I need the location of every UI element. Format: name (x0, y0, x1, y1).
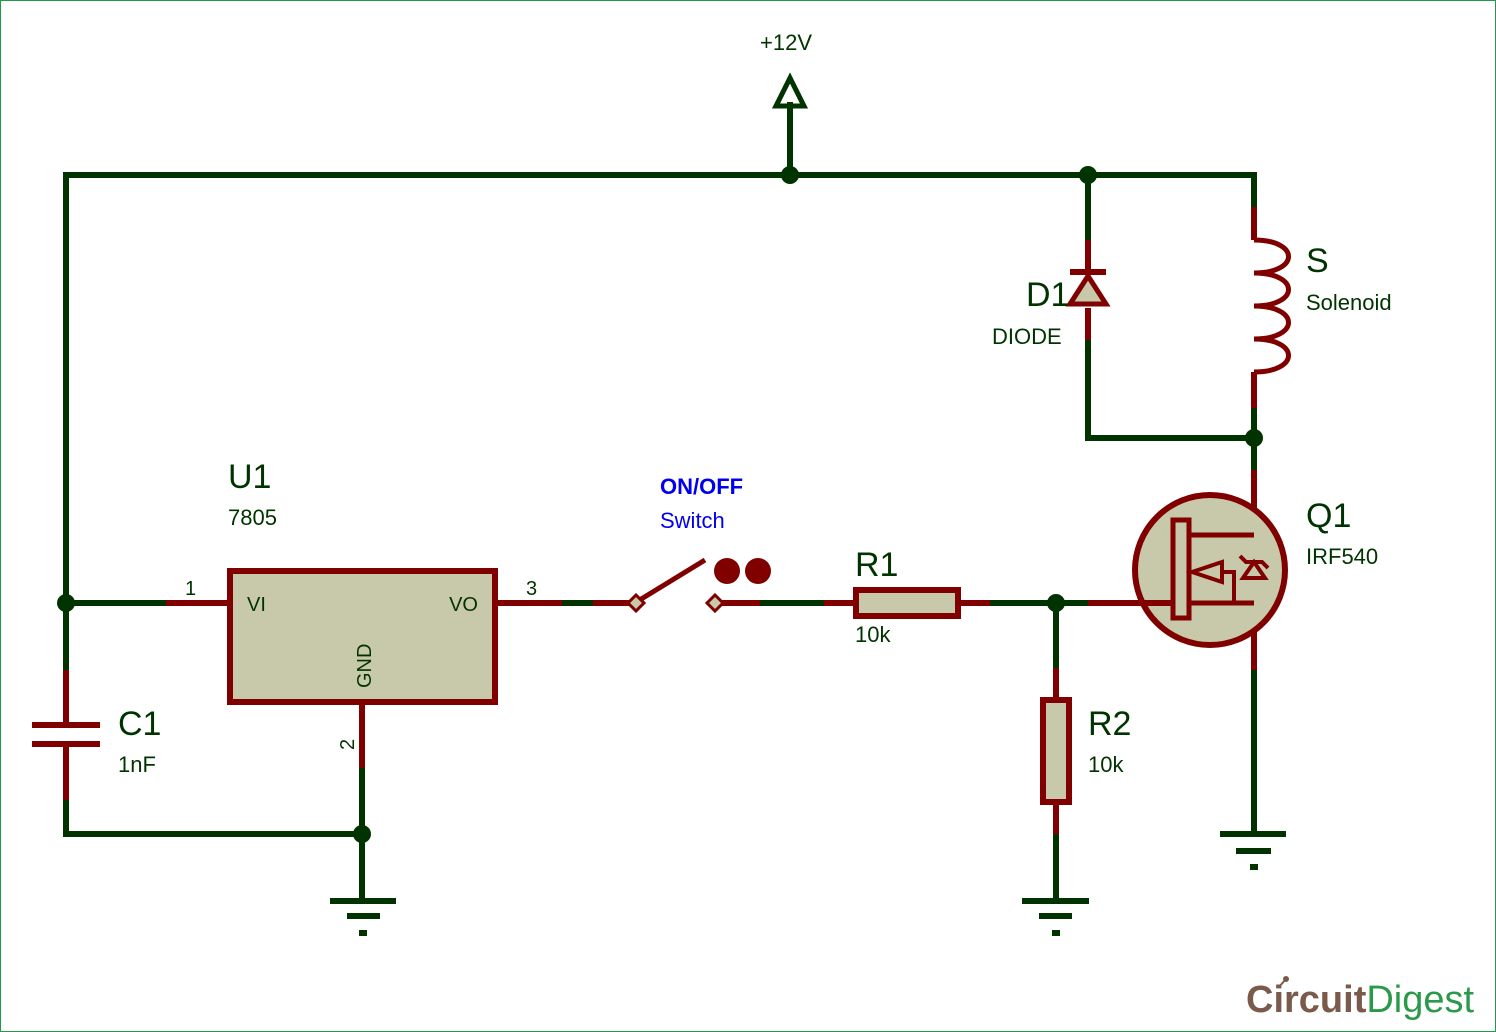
wires (63, 102, 1257, 903)
u1-value: 7805 (228, 505, 277, 530)
mosfet-q1[interactable]: Q1 IRF540 (1088, 470, 1378, 670)
switch-terminal-icon (704, 592, 726, 614)
switch-lever-icon (636, 557, 707, 604)
switch-ref: ON/OFF (660, 474, 743, 499)
q1-ref: Q1 (1306, 497, 1351, 535)
supply-12v[interactable]: +12V (760, 30, 812, 109)
switch-sw[interactable]: ON/OFF Switch (593, 474, 771, 614)
junction-dot (1047, 594, 1065, 612)
r2-ref: R2 (1088, 705, 1131, 743)
r1-ref: R1 (855, 546, 898, 584)
u1-ref: U1 (228, 458, 271, 496)
r1-body (853, 587, 961, 619)
junction-dot (781, 166, 799, 184)
ground-q1 (1220, 831, 1286, 870)
coil-icon (1253, 237, 1291, 375)
u1-pin3-number: 3 (526, 578, 537, 600)
schematic: +12V U1 7805 1 3 2 VI VO GND C1 1nF ON/O… (32, 30, 1475, 1021)
switch-toggle-button-icon[interactable] (745, 558, 771, 584)
ground-icon (1220, 831, 1286, 854)
u1-pin2-number: 2 (337, 739, 359, 750)
switch-toggle-button-icon[interactable] (714, 558, 740, 584)
wire-top-rail (63, 172, 1257, 606)
ground-icon-tip (1052, 930, 1060, 936)
ground-icon-tip (1250, 864, 1258, 870)
junction-dot (1079, 166, 1097, 184)
d1-value: DIODE (992, 324, 1062, 349)
solenoid-ref: S (1306, 242, 1329, 280)
wire-c1-bottom (63, 797, 365, 837)
solenoid-value: Solenoid (1306, 290, 1392, 315)
junction-dot (353, 825, 371, 843)
ground-r2 (1022, 898, 1089, 936)
q1-value: IRF540 (1306, 544, 1378, 569)
ground-icon (1022, 898, 1089, 919)
diode-d1[interactable]: D1 DIODE (992, 240, 1111, 349)
capacitor-c1[interactable]: C1 1nF (32, 670, 161, 800)
c1-ref: C1 (118, 705, 161, 743)
resistor-r1[interactable]: R1 10k (824, 546, 990, 647)
ground-icon-tip (359, 930, 367, 936)
ground-icon (330, 898, 396, 919)
power-arrow-icon (771, 72, 809, 109)
r2-body (1040, 697, 1072, 805)
logo-part-digest: Digest (1366, 979, 1474, 1021)
u1-vo-label: VO (449, 594, 478, 616)
q1-channel (1170, 517, 1192, 621)
ground-u1 (330, 898, 396, 936)
supply-label: +12V (760, 30, 812, 55)
diode-triangle-icon (1065, 271, 1111, 307)
u1-gnd-label: GND (354, 644, 376, 688)
r1-value: 10k (855, 622, 891, 647)
u1-pin1-number: 1 (185, 578, 196, 600)
wire-d1-bottom (1085, 337, 1257, 441)
solenoid-s[interactable]: S Solenoid (1251, 207, 1392, 408)
c1-value: 1nF (118, 752, 156, 777)
regulator-u1[interactable]: U1 7805 1 3 2 VI VO GND (166, 458, 562, 768)
u1-vi-label: VI (247, 594, 266, 616)
logo-part-circuit: Circuit (1246, 979, 1367, 1021)
resistor-r2[interactable]: R2 10k (1040, 668, 1131, 834)
switch-value: Switch (660, 508, 725, 533)
r2-value: 10k (1088, 752, 1124, 777)
circuitdigest-logo: CircuitDigest (1246, 976, 1475, 1021)
d1-ref: D1 (1026, 276, 1069, 314)
junction-dot (1245, 429, 1263, 447)
junction-dot (57, 594, 75, 612)
capacitor-plates-icon (32, 722, 100, 747)
